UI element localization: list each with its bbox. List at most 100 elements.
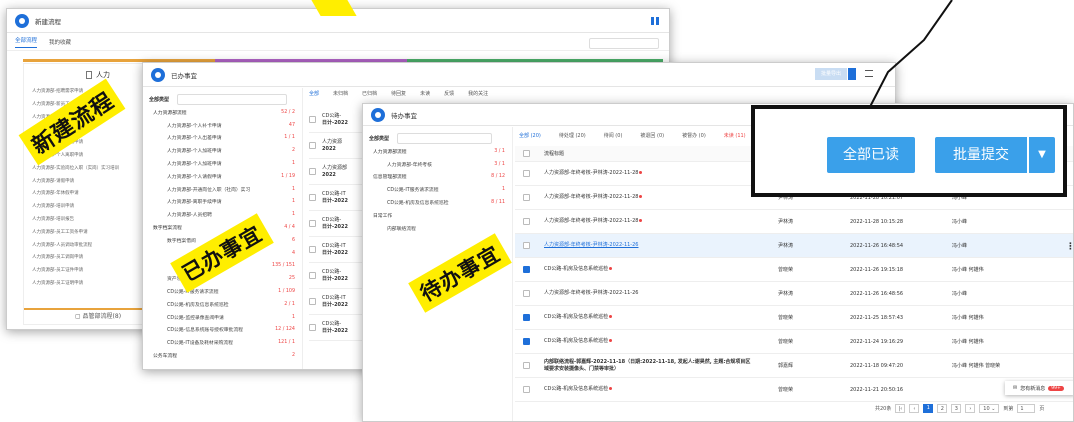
row-title[interactable]: CD公路-机房及信息系统巡检 [544, 314, 752, 321]
page-1[interactable]: 1 [923, 404, 934, 413]
row-checkbox[interactable] [523, 194, 530, 201]
search-input[interactable] [589, 38, 659, 49]
row-checkbox[interactable] [523, 338, 530, 345]
tree-node[interactable]: 资产领用流程25 [149, 272, 295, 285]
row-title[interactable]: 人力资源部-年终考核-尹林涛-2022-11-28 [544, 170, 752, 177]
row-checkbox[interactable] [309, 298, 316, 305]
row-checkbox[interactable] [523, 314, 530, 321]
row-checkbox[interactable] [523, 386, 530, 393]
grid-icon[interactable] [651, 17, 659, 25]
row-title[interactable]: 人力资源部-年终考核-尹林涛-2022-11-28 [544, 218, 752, 225]
tree-node[interactable]: CD公路-IT设备及耗材采购流程 121 / 1 [149, 336, 295, 349]
tab-returned[interactable]: 被退回 (0) [640, 132, 664, 139]
tab-all[interactable]: 全部 (20) [519, 132, 541, 139]
table-row[interactable]: CD公路-机房及信息系统巡检 曾晓荣 2022-11-21 20:50:16 [515, 378, 1073, 402]
page-3[interactable]: 3 [951, 404, 962, 413]
table-row[interactable]: 内部联络流程-郭嘉辉-2022-11-18（日期:2022-11-18, 发起人… [515, 354, 1073, 378]
tree-node[interactable]: 人力资源部-个人加班申请 1 [149, 157, 295, 170]
row-checkbox[interactable] [523, 218, 530, 225]
batch-submit-button[interactable]: 批量提交 [935, 137, 1027, 173]
tree-node[interactable]: 人力资源部-个人补卡申请 47 [149, 119, 295, 132]
row-checkbox[interactable] [309, 142, 316, 149]
tab-all[interactable]: 全部 [309, 90, 319, 97]
tab-to-read[interactable]: 待阅 (0) [604, 132, 623, 139]
tab-pending-reply[interactable]: 待回复 [391, 90, 406, 97]
goto-input[interactable]: 1 [1017, 404, 1036, 413]
tab-unread[interactable]: 未读 [420, 90, 430, 97]
tree-node[interactable]: 人力资源部-人员招聘 1 [149, 208, 295, 221]
next-button[interactable]: › [965, 404, 976, 413]
tree-node[interactable]: 人力资源部-个人出差申请 1 / 1 [149, 132, 295, 145]
row-title[interactable]: 内部联络流程-郭嘉辉-2022-11-18（日期:2022-11-18, 发起人… [544, 359, 752, 373]
tree-node[interactable]: 内部联络流程 [369, 222, 505, 235]
table-row[interactable]: 人力资源部-年终考核-尹林涛-2022-11-26 尹林涛 2022-11-26 1… [515, 282, 1073, 306]
row-title[interactable]: CD公路-机房及信息系统巡检 [544, 338, 752, 345]
tree-search[interactable] [397, 132, 493, 144]
row-checkbox[interactable] [309, 168, 316, 175]
row-title[interactable]: CD公路-机房及信息系统巡检 [544, 266, 752, 273]
tree-node[interactable]: 人力资源部-离职手续申请 1 [149, 196, 295, 209]
tree-node[interactable]: 公务车流程 2 [149, 349, 295, 362]
row-checkbox[interactable] [309, 220, 316, 227]
row-checkbox[interactable] [309, 324, 316, 331]
tab-all[interactable]: 全部流程 [15, 36, 38, 48]
table-row[interactable]: 人力资源部-年终考核-尹林涛-2022-11-28 尹林涛 2022-11-28 1… [515, 210, 1073, 234]
prev-first-button[interactable]: |‹ [895, 404, 906, 413]
export-dropdown[interactable] [848, 68, 856, 80]
tab-favorite[interactable]: 我的收藏 [49, 38, 71, 46]
tab-unread[interactable]: 未读 (11) [724, 132, 746, 139]
row-checkbox[interactable] [309, 116, 316, 123]
tree-node[interactable]: 人力资源部-年终考核 3 / 1 [369, 158, 505, 171]
tab-followed[interactable]: 我的关注 [468, 90, 488, 97]
select-all-checkbox[interactable] [523, 150, 530, 157]
row-checkbox[interactable] [309, 246, 316, 253]
row-title[interactable]: 人力资源部-年终考核-尹林涛-2022-11-26 [544, 290, 752, 297]
page-2[interactable]: 2 [937, 404, 948, 413]
tab-to-handle[interactable]: 待处理 (20) [559, 132, 586, 139]
tree-node-label: 信息管理部流程 [373, 175, 407, 181]
tree-node[interactable]: CD公路-IT服务请求流程 1 [369, 183, 505, 196]
tree-node[interactable]: CD公路-机房及信息系统巡检 8 / 11 [369, 196, 505, 209]
tree-node-label: 公务车流程 [153, 354, 177, 360]
list-view-icon[interactable] [865, 70, 873, 77]
tree-node[interactable]: 人力资源部流程 52 / 2 [149, 106, 295, 119]
tree-node[interactable]: 人力资源部流程 3 / 1 [369, 145, 505, 158]
read-all-button[interactable]: 全部已读 [827, 137, 915, 173]
tab-archived[interactable]: 已归档 [362, 90, 377, 97]
row-checkbox[interactable] [523, 266, 530, 273]
table-row[interactable]: 人力资源部-年终考核-尹林涛-2022-11-26 尹林涛 2022-11-26 1… [515, 234, 1073, 258]
row-checkbox[interactable] [523, 290, 530, 297]
tree-node[interactable]: 日常工作 [369, 209, 505, 222]
more-icon[interactable]: ⋮ [1066, 242, 1073, 252]
row-checkbox[interactable] [523, 170, 530, 177]
row-title-line2: 日计-2022 [322, 249, 348, 256]
tree-node[interactable]: CD公路-信息系统账号授权审批流程 12 / 124 [149, 324, 295, 337]
row-checkbox[interactable] [523, 242, 530, 249]
table-row[interactable]: CD公路-机房及信息系统巡检 曾晓荣 2022-11-26 19:15:18 冯小峰 … [515, 258, 1073, 282]
tree-node[interactable]: 信息管理部流程 8 / 12 [369, 171, 505, 184]
tab-supervised[interactable]: 被督办 (0) [682, 132, 706, 139]
export-button[interactable]: 批量导出 [815, 68, 847, 80]
row-title[interactable]: 人力资源部-年终考核-尹林涛-2022-11-26 [544, 242, 752, 249]
row-title[interactable]: 人力资源部-年终考核-尹林涛-2022-11-28 [544, 194, 752, 201]
tree-node-count: 3 / 1 [494, 148, 505, 154]
tree-node[interactable]: 人力资源部-个人加班申请 2 [149, 144, 295, 157]
page-size-select[interactable]: 10 ⌄ [979, 404, 1000, 413]
row-checkbox[interactable] [309, 194, 316, 201]
tree-node[interactable]: CD公路-IT服务请求流程 1 / 109 [149, 285, 295, 298]
tab-unarchived[interactable]: 未归档 [333, 90, 348, 97]
prev-button[interactable]: ‹ [909, 404, 920, 413]
table-row[interactable]: CD公路-机房及信息系统巡检 曾晓荣 2022-11-25 18:57:43 冯小峰 … [515, 306, 1073, 330]
tree-search[interactable] [177, 93, 288, 105]
tree-node[interactable]: CD公路-监控录像查阅申请 1 [149, 311, 295, 324]
new-message-toast[interactable]: ✉ 您有新消息 99+ [1005, 381, 1073, 395]
row-checkbox[interactable] [523, 362, 530, 369]
tab-feedback[interactable]: 反馈 [444, 90, 454, 97]
tree-node[interactable]: CD公路-机房及信息系统巡检 2 / 1 [149, 298, 295, 311]
batch-dropdown-button[interactable]: ▼ [1029, 137, 1055, 173]
tree-node[interactable]: 人力资源部-开通岗位入职（社岗）实习 1 [149, 183, 295, 196]
tree-node[interactable]: 人力资源部-个人请假申请 1 / 19 [149, 170, 295, 183]
row-checkbox[interactable] [309, 272, 316, 279]
table-row[interactable]: CD公路-机房及信息系统巡检 曾晓荣 2022-11-24 19:16:29 冯小峰 … [515, 330, 1073, 354]
row-title[interactable]: CD公路-机房及信息系统巡检 [544, 386, 752, 393]
